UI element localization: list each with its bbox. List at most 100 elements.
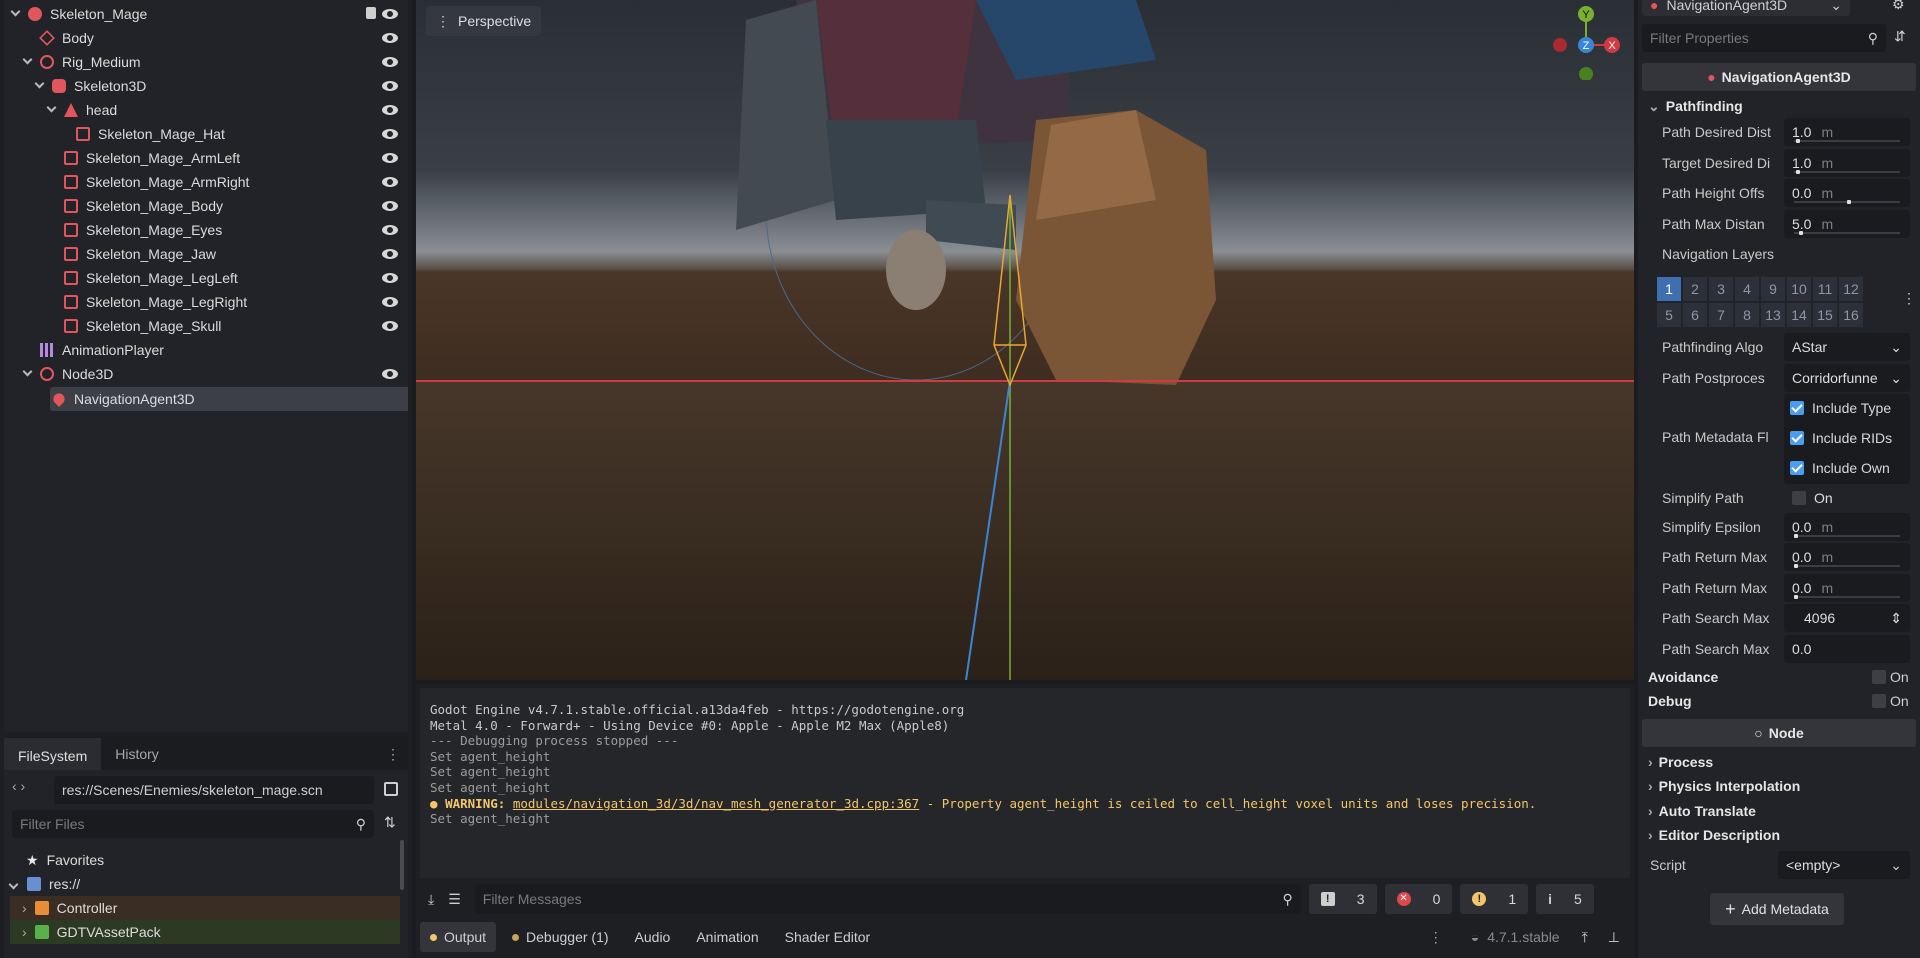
checkbox-icon[interactable] <box>1872 694 1886 708</box>
navigation-layers-grid[interactable]: 1 2 3 4 9 10 11 12 5 6 7 8 13 14 15 16 <box>1656 276 1864 328</box>
avoidance-toggle[interactable]: On <box>1872 669 1909 685</box>
layer-cell[interactable]: 1 <box>1656 276 1682 302</box>
scene-node[interactable]: Skeleton_Mage_LegLeft <box>64 266 238 290</box>
layer-cell[interactable]: 10 <box>1786 276 1812 302</box>
tab-audio[interactable]: Audio <box>625 922 681 952</box>
scene-node[interactable]: AnimationPlayer <box>40 338 164 362</box>
path-postprocess-dropdown[interactable]: Corridorfunne ⌄ <box>1784 364 1910 392</box>
3d-viewport[interactable]: ⋮ Perspective Y Z X <box>416 0 1634 680</box>
scene-node[interactable]: Skeleton_Mage_Body <box>64 194 223 218</box>
flag-include-rids[interactable]: Include RIDs <box>1790 424 1910 452</box>
warning-source-link[interactable]: modules/navigation_3d/3d/nav_mesh_genera… <box>513 796 919 811</box>
tab-filesystem[interactable]: FileSystem <box>4 738 102 770</box>
section-physics-interpolation[interactable]: › Physics Interpolation <box>1648 778 1910 794</box>
script-icon[interactable] <box>366 7 376 19</box>
chevron-down-icon[interactable] <box>22 54 33 65</box>
chevron-right-icon[interactable]: › <box>22 900 27 916</box>
scene-node[interactable]: Node3D <box>22 362 113 386</box>
scene-node[interactable]: Skeleton_Mage_Hat <box>76 122 225 146</box>
scene-node[interactable]: Skeleton_Mage_Jaw <box>64 242 216 266</box>
visibility-icon[interactable] <box>382 273 398 283</box>
fs-item-res[interactable]: res:// <box>8 872 80 896</box>
fs-item-controller[interactable]: › Controller <box>22 896 117 920</box>
value-slider[interactable] <box>1794 170 1900 174</box>
value-slider[interactable] <box>1794 564 1900 568</box>
visibility-icon[interactable] <box>382 177 398 187</box>
value-slider[interactable] <box>1794 200 1900 204</box>
prop-value-field[interactable]: 1.0 m <box>1784 149 1910 177</box>
section-process[interactable]: › Process <box>1648 754 1910 770</box>
scene-node[interactable]: Skeleton_Mage_ArmRight <box>64 170 249 194</box>
chevron-down-icon[interactable] <box>10 6 21 17</box>
value-slider[interactable] <box>1794 595 1900 599</box>
layer-cell[interactable]: 5 <box>1656 302 1682 328</box>
value-slider[interactable] <box>1794 534 1900 538</box>
slider-handle[interactable] <box>1794 534 1798 538</box>
prop-value-field[interactable]: 0.0 m <box>1784 179 1910 207</box>
expand-panel-icon[interactable]: ⤒ <box>1582 929 1588 946</box>
section-avoidance[interactable]: Avoidance <box>1648 669 1910 685</box>
chevron-down-icon[interactable] <box>46 102 57 113</box>
section-pathfinding[interactable]: ⌄ Pathfinding <box>1648 98 1910 115</box>
layer-cell[interactable]: 13 <box>1760 302 1786 328</box>
layer-cell[interactable]: 6 <box>1682 302 1708 328</box>
layer-cell[interactable]: 12 <box>1838 276 1864 302</box>
chevron-down-icon[interactable] <box>8 879 19 889</box>
chevron-down-icon[interactable] <box>22 366 33 377</box>
layer-cell[interactable]: 8 <box>1734 302 1760 328</box>
filter-messages-input[interactable]: Filter Messages ⚲ <box>474 884 1301 914</box>
tab-output[interactable]: Output <box>420 922 497 952</box>
gizmo-neg-x-handle[interactable] <box>1553 38 1567 52</box>
visibility-icon[interactable] <box>382 81 398 91</box>
value-slider[interactable] <box>1794 139 1900 143</box>
filter-properties-input[interactable]: Filter Properties ⚲ <box>1642 24 1886 52</box>
layer-cell[interactable]: 15 <box>1812 302 1838 328</box>
section-auto-translate[interactable]: › Auto Translate <box>1648 803 1910 819</box>
sort-icon[interactable]: ⇅ <box>384 814 400 830</box>
spinbox-arrows-icon[interactable]: ⇕ <box>1890 610 1902 627</box>
layer-cell[interactable]: 2 <box>1682 276 1708 302</box>
docs-icon[interactable]: ⚙ <box>1892 0 1905 13</box>
prop-value-field[interactable]: 0.0 <box>1784 635 1910 663</box>
visibility-icon[interactable] <box>382 225 398 235</box>
flag-include-type[interactable]: Include Type <box>1790 394 1910 422</box>
fs-item-favorites[interactable]: ★ Favorites <box>26 848 104 872</box>
prop-value-field[interactable]: 5.0 m <box>1784 210 1910 238</box>
more-options-icon[interactable]: ⋮ <box>386 738 400 770</box>
scene-node[interactable]: Skeleton_Mage_Skull <box>64 314 221 338</box>
tab-history[interactable]: History <box>101 738 173 770</box>
node-type-dropdown[interactable]: ● NavigationAgent3D ⌄ <box>1642 0 1850 16</box>
slider-handle[interactable] <box>1796 170 1801 174</box>
layers-menu-icon[interactable]: ⋮ <box>1902 290 1916 307</box>
prop-value-field[interactable]: 1.0 m <box>1784 118 1910 146</box>
visibility-icon[interactable] <box>382 369 398 379</box>
visibility-icon[interactable] <box>382 9 398 19</box>
layer-cell[interactable]: 7 <box>1708 302 1734 328</box>
simplify-path-toggle[interactable]: On <box>1784 484 1910 512</box>
scene-node[interactable]: Body <box>39 26 94 50</box>
tab-shader-editor[interactable]: Shader Editor <box>775 922 881 952</box>
errors-toggle[interactable]: ✕ 0 <box>1384 884 1453 914</box>
fs-item-gdtvassetpack[interactable]: › GDTVAssetPack <box>22 920 161 944</box>
checkbox-icon[interactable] <box>1792 491 1806 505</box>
gizmo-neg-y-handle[interactable] <box>1579 67 1593 80</box>
perspective-menu[interactable]: ⋮ Perspective <box>426 6 542 36</box>
visibility-icon[interactable] <box>382 297 398 307</box>
script-picker[interactable]: <empty> ⌄ <box>1778 851 1910 879</box>
checkbox-icon[interactable] <box>1790 431 1804 445</box>
visibility-icon[interactable] <box>382 129 398 139</box>
layer-cell[interactable]: 9 <box>1760 276 1786 302</box>
prop-value-field[interactable]: 0.0 m <box>1784 513 1910 541</box>
split-view-icon[interactable] <box>384 782 398 796</box>
visibility-icon[interactable] <box>382 201 398 211</box>
info-toggle[interactable]: i5 <box>1536 884 1594 914</box>
layer-cell[interactable]: 14 <box>1786 302 1812 328</box>
nav-back-forward-icon[interactable]: ‹ › <box>12 778 25 794</box>
visibility-icon[interactable] <box>382 57 398 67</box>
filter-files-input[interactable]: Filter Files ⚲ <box>12 810 374 838</box>
more-options-icon[interactable]: ⋮ <box>1429 929 1443 946</box>
slider-handle[interactable] <box>1794 595 1798 599</box>
toggle-search-icon[interactable]: ☰ <box>448 891 461 908</box>
chevron-right-icon[interactable]: › <box>22 924 27 940</box>
chevron-down-icon[interactable] <box>34 78 45 89</box>
